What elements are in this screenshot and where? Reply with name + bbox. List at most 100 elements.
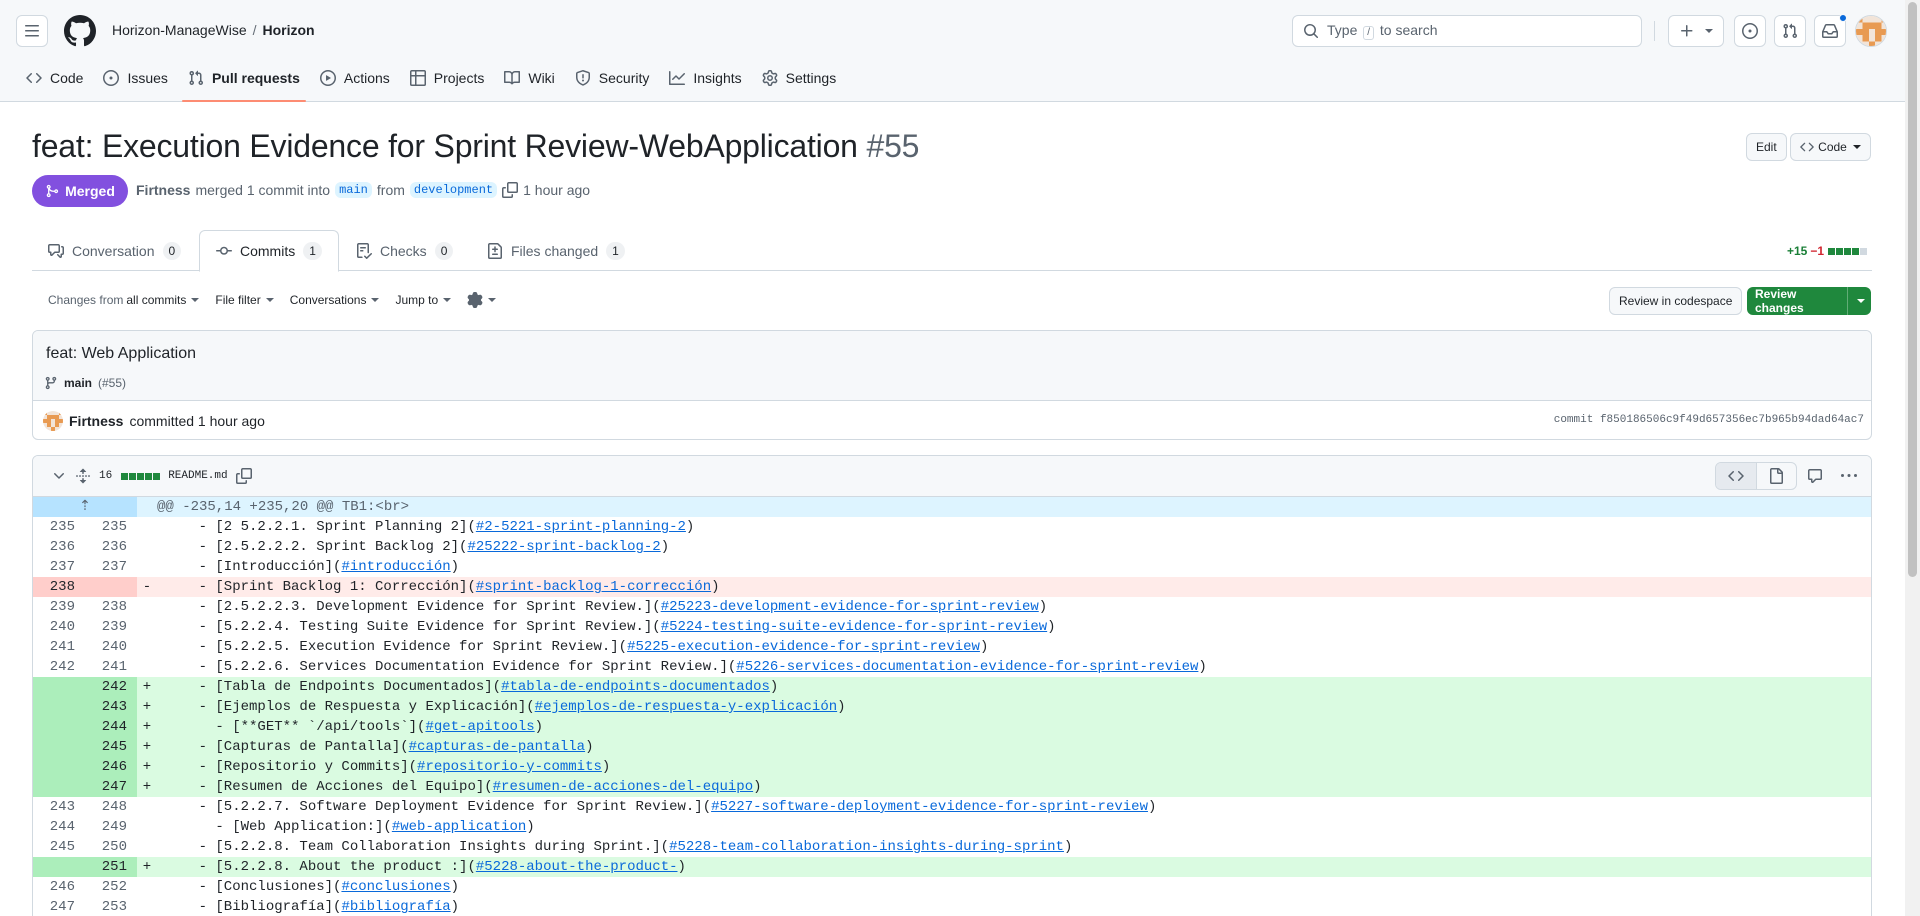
- old-line-number[interactable]: [33, 697, 85, 717]
- anchor-link[interactable]: #5224-testing-suite-evidence-for-sprint-…: [661, 619, 1047, 635]
- old-line-number[interactable]: 236: [33, 537, 85, 557]
- anchor-link[interactable]: #resumen-de-acciones-del-equipo: [493, 779, 753, 795]
- search-input[interactable]: Type / to search: [1292, 15, 1642, 47]
- file-name[interactable]: README.md: [168, 470, 227, 482]
- old-line-number[interactable]: [33, 857, 85, 877]
- old-line-number[interactable]: 239: [33, 597, 85, 617]
- old-line-number[interactable]: [33, 757, 85, 777]
- pull-requests-button[interactable]: [1774, 15, 1806, 47]
- new-line-number[interactable]: 250: [85, 837, 137, 857]
- old-line-number[interactable]: 245: [33, 837, 85, 857]
- old-line-number[interactable]: 235: [33, 517, 85, 537]
- issues-button[interactable]: [1734, 15, 1766, 47]
- anchor-link[interactable]: #5226-services-documentation-evidence-fo…: [736, 659, 1198, 675]
- anchor-link[interactable]: #bibliografía: [341, 899, 450, 915]
- rich-view-button[interactable]: [1757, 463, 1797, 489]
- conversations-dropdown[interactable]: Conversations: [290, 292, 380, 308]
- new-line-number[interactable]: 246: [85, 757, 137, 777]
- nav-pull-requests[interactable]: Pull requests: [178, 62, 310, 102]
- new-line-number[interactable]: 248: [85, 797, 137, 817]
- nav-wiki[interactable]: Wiki: [494, 62, 564, 94]
- new-line-number[interactable]: 241: [85, 657, 137, 677]
- anchor-link[interactable]: #5228-about-the-product-: [476, 859, 678, 875]
- new-line-number[interactable]: 237: [85, 557, 137, 577]
- scrollbar-thumb[interactable]: [1908, 2, 1917, 577]
- base-branch[interactable]: main: [335, 182, 372, 198]
- anchor-link[interactable]: #capturas-de-pantalla: [409, 739, 585, 755]
- commit-author-name[interactable]: Firtness: [69, 413, 123, 429]
- jump-to-dropdown[interactable]: Jump to: [395, 292, 452, 308]
- anchor-link[interactable]: #web-application: [392, 819, 526, 835]
- notifications-button[interactable]: [1814, 14, 1847, 47]
- old-line-number[interactable]: [33, 677, 85, 697]
- new-line-number[interactable]: 249: [85, 817, 137, 837]
- unfold-icon[interactable]: [75, 468, 91, 484]
- old-line-number[interactable]: [33, 717, 85, 737]
- anchor-link[interactable]: #sprint-backlog-1-corrección: [476, 579, 711, 595]
- new-line-number[interactable]: 240: [85, 637, 137, 657]
- anchor-link[interactable]: #conclusiones: [341, 879, 450, 895]
- anchor-link[interactable]: #25223-development-evidence-for-sprint-r…: [661, 599, 1039, 615]
- pr-author-link[interactable]: Firtness: [136, 182, 190, 198]
- user-avatar[interactable]: [1855, 15, 1887, 47]
- anchor-link[interactable]: #25222-sprint-backlog-2: [467, 539, 660, 555]
- new-line-number[interactable]: [85, 577, 137, 597]
- new-line-number[interactable]: 243: [85, 697, 137, 717]
- nav-insights[interactable]: Insights: [659, 62, 751, 94]
- old-line-number[interactable]: 238: [33, 577, 85, 597]
- create-new-button[interactable]: [1668, 15, 1724, 47]
- diff-settings-dropdown[interactable]: [467, 292, 497, 308]
- old-line-number[interactable]: 243: [33, 797, 85, 817]
- new-line-number[interactable]: 251: [85, 857, 137, 877]
- menu-button[interactable]: [16, 15, 48, 47]
- new-line-number[interactable]: 245: [85, 737, 137, 757]
- edit-button[interactable]: Edit: [1746, 133, 1787, 161]
- nav-settings[interactable]: Settings: [752, 62, 847, 94]
- anchor-link[interactable]: #2-5221-sprint-planning-2: [476, 519, 686, 535]
- file-filter-dropdown[interactable]: File filter: [215, 292, 274, 308]
- nav-code[interactable]: Code: [16, 62, 93, 94]
- old-line-number[interactable]: 242: [33, 657, 85, 677]
- anchor-link[interactable]: #tabla-de-endpoints-documentados: [501, 679, 770, 695]
- anchor-link[interactable]: #5227-software-deployment-evidence-for-s…: [711, 799, 1148, 815]
- nav-security[interactable]: Security: [565, 62, 660, 94]
- comment-icon[interactable]: [1807, 468, 1823, 484]
- tab-conversation[interactable]: Conversation 0: [32, 230, 197, 271]
- commit-branch-name[interactable]: main: [64, 376, 92, 390]
- old-line-number[interactable]: 247: [33, 897, 85, 916]
- new-line-number[interactable]: 247: [85, 777, 137, 797]
- changes-from-dropdown[interactable]: Changes from all commits: [48, 292, 200, 308]
- anchor-link[interactable]: #repositorio-y-commits: [417, 759, 602, 775]
- new-line-number[interactable]: 253: [85, 897, 137, 916]
- tab-checks[interactable]: Checks 0: [340, 230, 469, 271]
- nav-issues[interactable]: Issues: [93, 62, 177, 94]
- repo-link[interactable]: Horizon: [263, 22, 315, 38]
- new-line-number[interactable]: 238: [85, 597, 137, 617]
- nav-projects[interactable]: Projects: [400, 62, 495, 94]
- commit-pr-ref[interactable]: (#55): [98, 376, 126, 390]
- new-line-number[interactable]: 239: [85, 617, 137, 637]
- nav-actions[interactable]: Actions: [310, 62, 400, 94]
- old-line-number[interactable]: 244: [33, 817, 85, 837]
- author-avatar[interactable]: [43, 411, 63, 431]
- anchor-link[interactable]: #ejemplos-de-respuesta-y-explicación: [535, 699, 837, 715]
- copy-icon[interactable]: [235, 468, 252, 484]
- new-line-number[interactable]: 242: [85, 677, 137, 697]
- old-line-number[interactable]: [33, 777, 85, 797]
- anchor-link[interactable]: #get-apitools: [425, 719, 534, 735]
- new-line-number[interactable]: 236: [85, 537, 137, 557]
- source-view-button[interactable]: [1716, 463, 1757, 489]
- head-branch[interactable]: development: [409, 182, 498, 198]
- anchor-link[interactable]: #5228-team-collaboration-insights-during…: [669, 839, 1064, 855]
- review-changes-dropdown[interactable]: [1847, 287, 1871, 315]
- review-in-codespace-button[interactable]: Review in codespace: [1609, 287, 1743, 315]
- new-line-number[interactable]: 252: [85, 877, 137, 897]
- owner-link[interactable]: Horizon-ManageWise: [112, 22, 247, 38]
- old-line-number[interactable]: 241: [33, 637, 85, 657]
- github-logo-icon[interactable]: [64, 15, 96, 47]
- old-line-number[interactable]: 246: [33, 877, 85, 897]
- copy-icon[interactable]: [502, 182, 519, 198]
- kebab-horizontal-icon[interactable]: [1841, 468, 1857, 484]
- old-line-number[interactable]: 240: [33, 617, 85, 637]
- new-line-number[interactable]: 244: [85, 717, 137, 737]
